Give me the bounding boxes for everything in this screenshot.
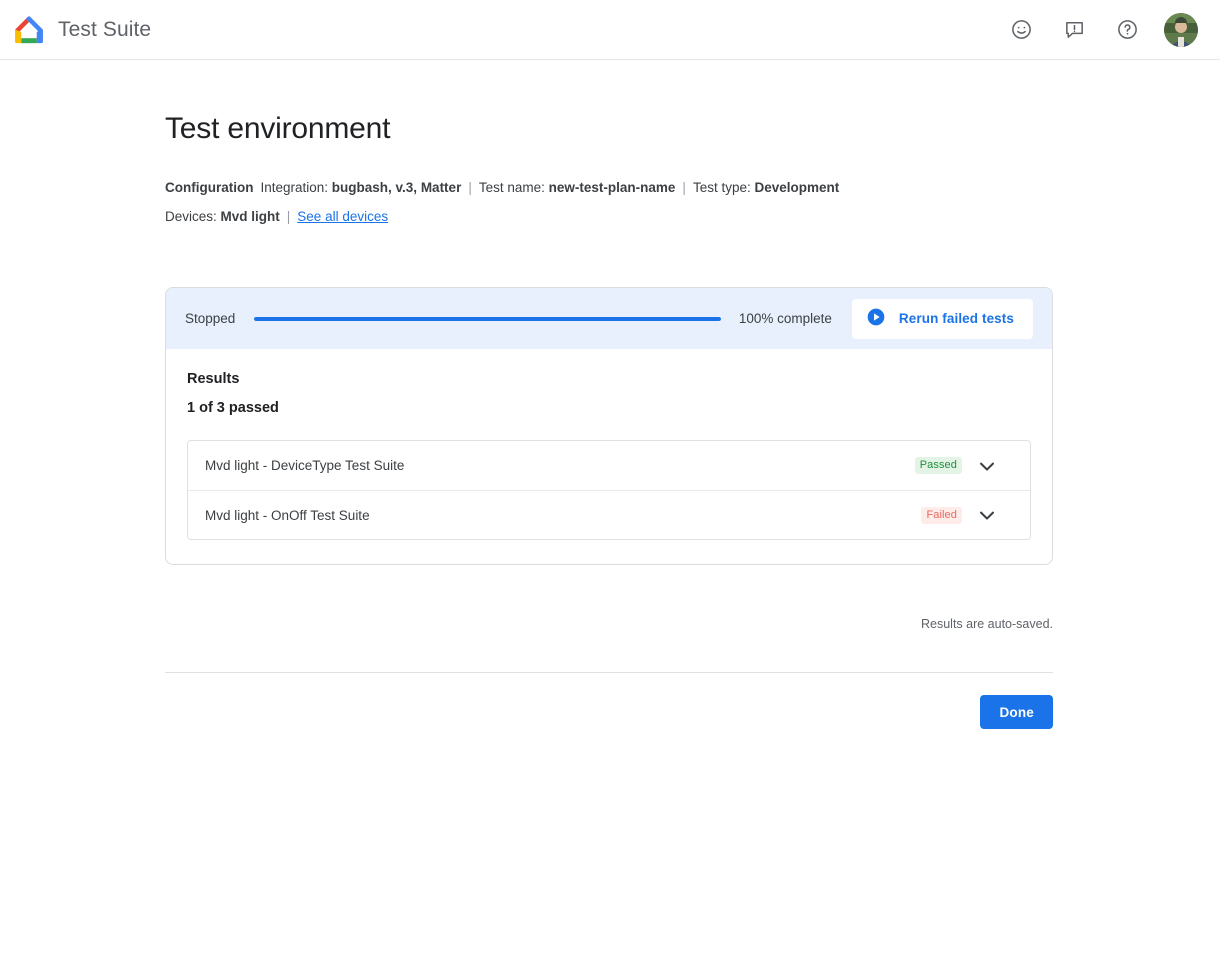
app-header: Test Suite [0,0,1220,60]
test-type-label: Test type: [693,180,751,195]
test-name-value: new-test-plan-name [549,180,676,195]
results-card: Stopped 100% complete Rerun failed tests [165,287,1053,565]
test-suite-name: Mvd light - DeviceType Test Suite [205,458,915,473]
config-separator-3: | [280,209,298,224]
status-badge: Passed [915,457,962,474]
test-type-value: Development [754,180,839,195]
actions-row: Done [165,695,1053,729]
test-name-label: Test name: [479,180,545,195]
brand[interactable]: Test Suite [10,13,151,47]
progress-percent-label: 100% complete [739,311,832,326]
google-home-logo-icon [12,13,46,47]
chevron-down-icon[interactable] [962,453,1012,479]
header-actions [1001,10,1198,50]
test-suite-name: Mvd light - OnOff Test Suite [205,508,921,523]
status-badge: Failed [921,507,962,524]
avatar[interactable] [1164,13,1198,47]
help-icon[interactable] [1107,10,1147,50]
results-heading: Results [187,371,1031,387]
progress-bar-fill [254,317,721,321]
results-body: Results 1 of 3 passed Mvd light - Device… [166,349,1052,564]
devices-value: Mvd light [221,209,280,224]
results-summary: 1 of 3 passed [187,400,1031,416]
rerun-failed-tests-label: Rerun failed tests [899,311,1014,326]
page-title: Test environment [165,60,1053,146]
integration-label: Integration: [260,180,328,195]
config-separator-1: | [461,180,479,195]
test-suite-row[interactable]: Mvd light - OnOff Test SuiteFailed [188,490,1030,539]
autosave-note: Results are auto-saved. [165,617,1053,631]
configuration-label: Configuration [165,180,253,195]
smiley-feedback-icon[interactable] [1001,10,1041,50]
configuration-block: Configuration Integration: bugbash, v.3, … [165,173,1053,231]
rerun-failed-tests-button[interactable]: Rerun failed tests [852,299,1033,339]
config-separator-2: | [675,180,693,195]
play-circle-icon [866,307,886,330]
done-button[interactable]: Done [980,695,1053,729]
content-column: Test environment Configuration Integratio… [165,60,1053,729]
footer-divider [165,672,1053,673]
see-all-devices-link[interactable]: See all devices [297,209,388,224]
app-title: Test Suite [58,18,151,42]
progress-bar [254,317,721,321]
integration-value: bugbash, v.3, Matter [332,180,462,195]
configuration-line-1: Configuration Integration: bugbash, v.3, … [165,173,1053,202]
run-status-label: Stopped [185,311,235,326]
progress-strip: Stopped 100% complete Rerun failed tests [166,288,1052,349]
test-suite-row[interactable]: Mvd light - DeviceType Test SuitePassed [188,441,1030,490]
test-suite-list: Mvd light - DeviceType Test SuitePassedM… [187,440,1031,540]
chevron-down-icon[interactable] [962,502,1012,528]
feedback-icon[interactable] [1054,10,1094,50]
configuration-line-2: Devices: Mvd light|See all devices [165,202,1053,231]
devices-label: Devices: [165,209,217,224]
page-body: Test environment Configuration Integratio… [0,60,1220,743]
